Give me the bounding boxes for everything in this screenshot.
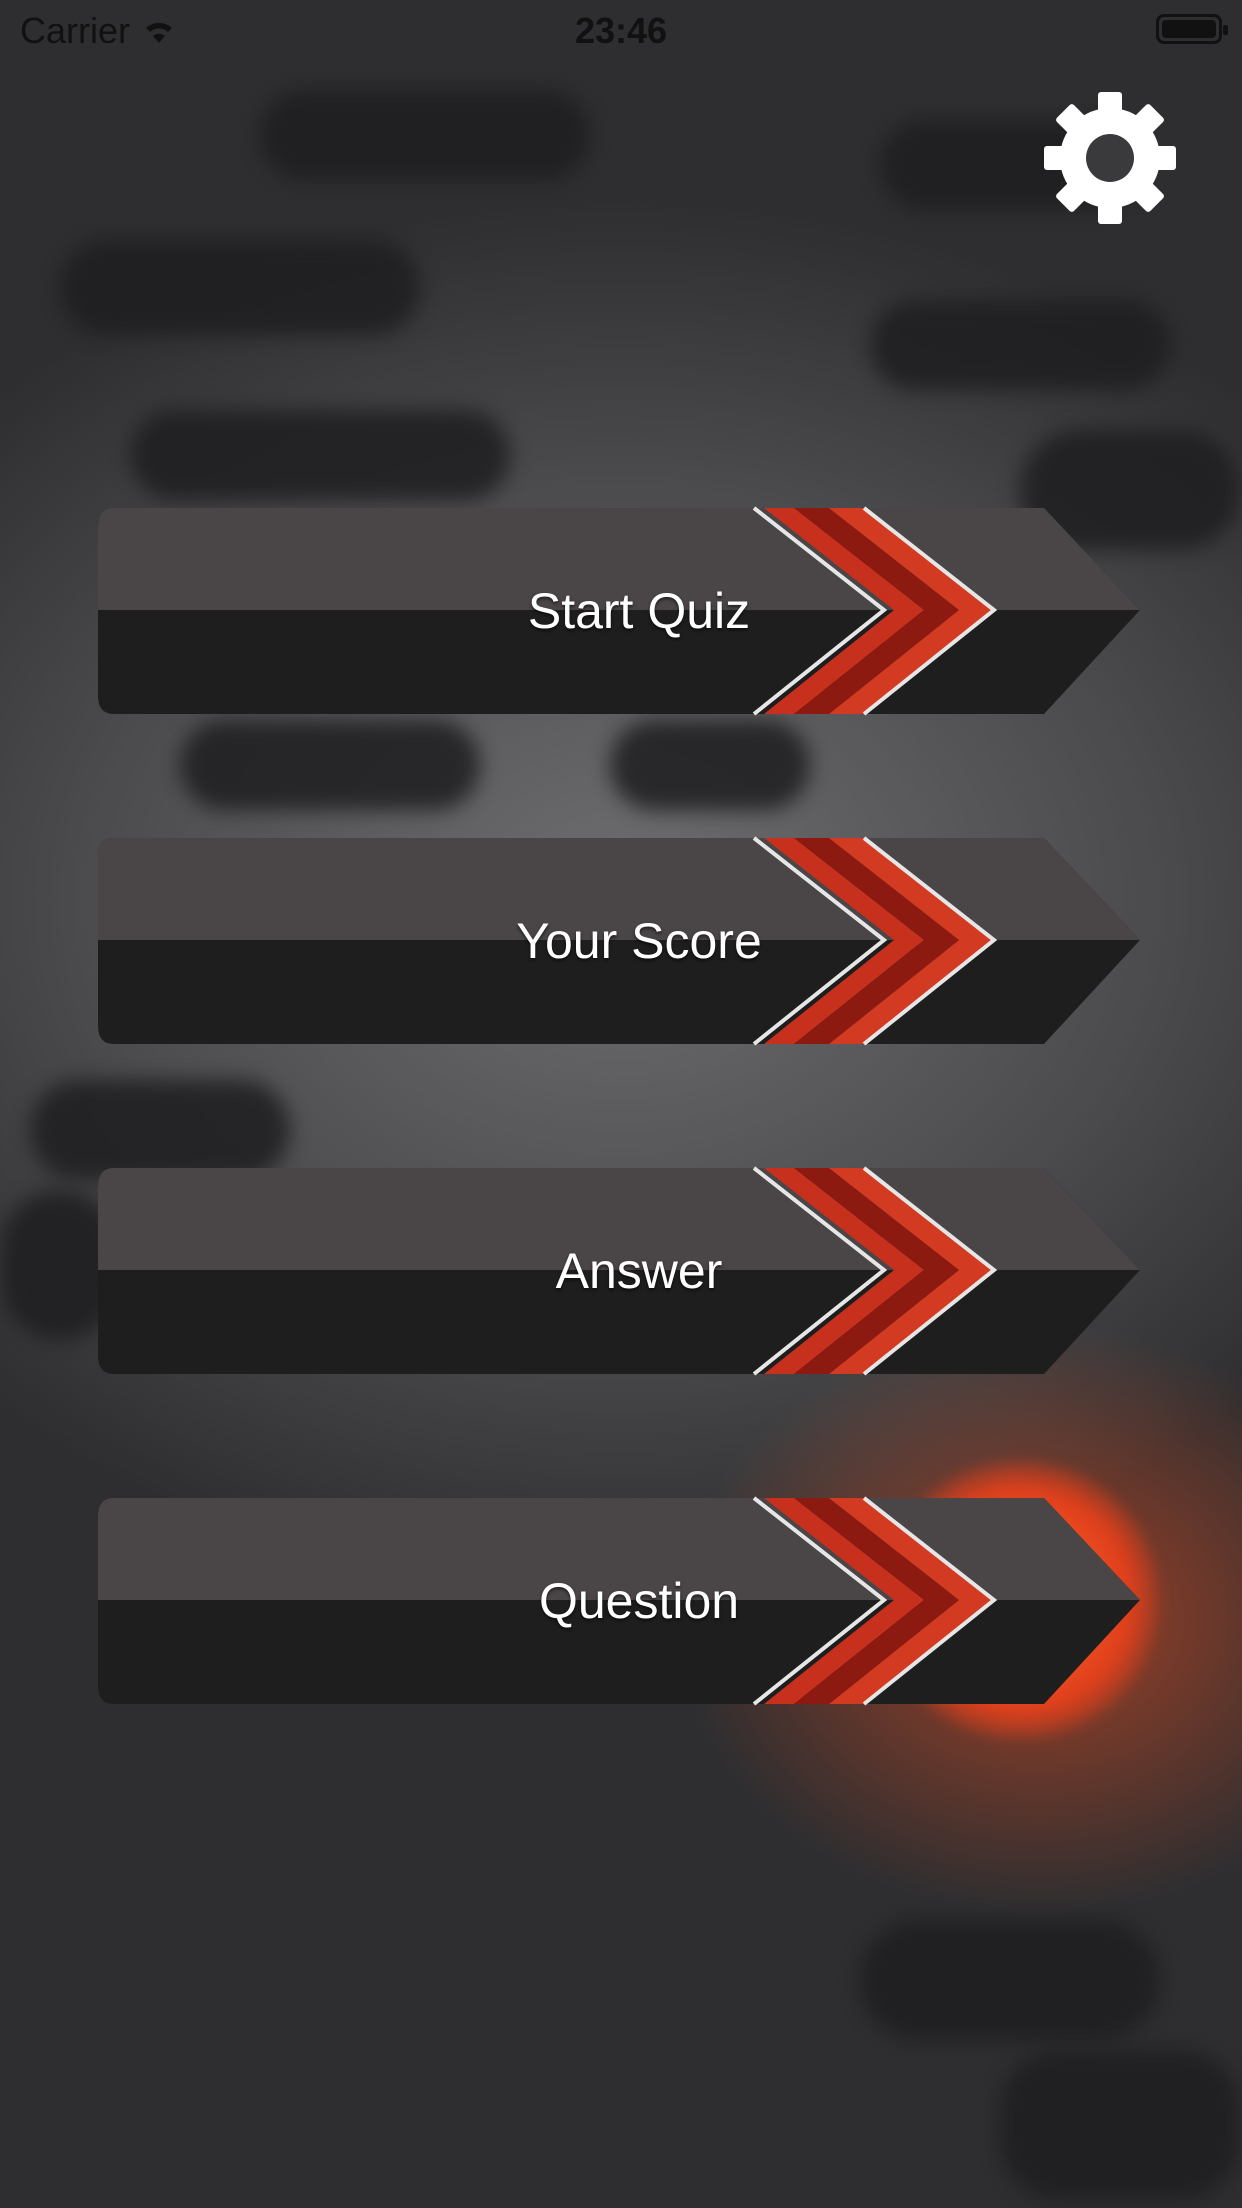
answer-button[interactable]: Answer [94,1160,1144,1382]
your-score-button[interactable]: Your Score [94,830,1144,1052]
background-shape [870,300,1170,390]
background-shape [1000,2050,1240,2200]
question-button[interactable]: Question [94,1490,1144,1712]
background-shape [130,410,510,500]
your-score-label: Your Score [516,913,762,969]
answer-label: Answer [555,1243,723,1299]
status-bar: Carrier 23:46 [0,0,1242,60]
start-quiz-button[interactable]: Start Quiz [94,500,1144,722]
background-shape [260,90,590,180]
background-shape [860,1920,1160,2040]
start-quiz-label: Start Quiz [527,583,751,639]
question-label: Question [538,1573,740,1629]
battery-icon [1156,14,1228,44]
settings-button[interactable] [1040,88,1180,228]
background-shape [60,240,420,335]
status-time: 23:46 [574,10,668,51]
battery-level [1162,20,1216,38]
gear-icon [1044,92,1176,224]
main-menu: Start Quiz Your Score Answer Question [94,500,1144,1820]
